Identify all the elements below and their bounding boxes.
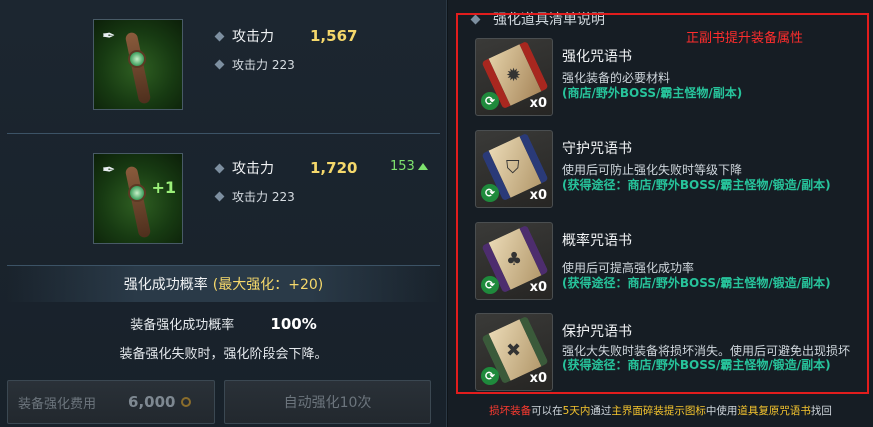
attack-gain: 153 bbox=[390, 159, 428, 174]
stat-value: 1,567 bbox=[310, 27, 358, 45]
feather-icon: ✒ bbox=[102, 160, 116, 179]
up-arrow-icon bbox=[417, 163, 428, 170]
scroll-source: (获得途径：商店/野外BOSS/霸主怪物/锻造/副本) bbox=[562, 276, 831, 290]
shield-emblem-icon: ⛉ bbox=[506, 157, 520, 178]
star-emblem-icon: ✹ bbox=[506, 65, 522, 86]
hint-text: 中使用 bbox=[705, 405, 738, 417]
probability-scroll-icon[interactable]: ♣ ⟳ x0 bbox=[475, 222, 553, 300]
sub-stat-label: 攻击力 223 bbox=[232, 58, 295, 72]
quantity: x0 bbox=[529, 280, 547, 295]
quantity: x0 bbox=[529, 371, 547, 386]
scroll-item-guard[interactable]: ⛉ ⟳ x0 守护咒语书 使用后可防止强化失败时等级下降 (获得途径：商店/野外… bbox=[475, 130, 855, 208]
clover-emblem-icon: ♣ bbox=[506, 249, 523, 270]
bullet-diamond-icon bbox=[214, 59, 225, 70]
current-sub-attack-row: 攻击力 223 bbox=[214, 56, 295, 73]
stat-label: 攻击力 bbox=[232, 29, 274, 45]
enhance-cost-button[interactable]: 装备强化费用 6,000 bbox=[7, 380, 215, 424]
refresh-icon: ⟳ bbox=[481, 184, 499, 202]
quantity: x0 bbox=[529, 96, 547, 111]
enhance-scroll-icon[interactable]: ✹ ⟳ x0 bbox=[475, 38, 553, 116]
max-enhance-label: (最大强化：+20) bbox=[212, 277, 324, 293]
scroll-item-probability[interactable]: ♣ ⟳ x0 概率咒语书 使用后可提高强化成功率 (获得途径：商店/野外BOSS… bbox=[475, 222, 855, 300]
cost-label: 装备强化费用 bbox=[18, 396, 97, 412]
refresh-icon: ⟳ bbox=[481, 92, 499, 110]
hint-text: 找回 bbox=[810, 405, 832, 417]
hint-text: 可以在 bbox=[531, 405, 563, 417]
current-attack-row: 攻击力 1,567 bbox=[214, 26, 380, 46]
scroll-name: 强化咒语书 bbox=[562, 49, 632, 65]
refresh-icon: ⟳ bbox=[481, 367, 499, 385]
scroll-item-protect[interactable]: ✖ ⟳ x0 保护咒语书 强化大失败时装备将损坏消失。使用后可避免出现损坏 (获… bbox=[475, 313, 855, 391]
next-sub-attack-row: 攻击力 223 bbox=[214, 188, 295, 205]
scroll-source: (获得途径：商店/野外BOSS/霸主怪物/锻造/副本) bbox=[562, 358, 831, 372]
next-item-icon[interactable]: ✒ +1 bbox=[93, 153, 183, 244]
cost-value: 6,000 bbox=[128, 393, 176, 411]
staff-weapon-icon bbox=[124, 31, 152, 105]
scroll-name: 概率咒语书 bbox=[562, 233, 632, 249]
rate-title: 强化成功概率 bbox=[123, 277, 208, 293]
scroll-source: (商店/野外BOSS/霸主怪物/副本) bbox=[562, 86, 743, 100]
current-item-icon[interactable]: ✒ bbox=[93, 19, 183, 110]
quantity: x0 bbox=[529, 188, 547, 203]
success-rate-banner: 强化成功概率 (最大强化：+20) bbox=[7, 266, 440, 302]
orb-icon bbox=[128, 50, 146, 68]
main-ui-icon-text: 主界面碎装提示图标 bbox=[611, 405, 706, 417]
stat-label: 攻击力 bbox=[232, 161, 274, 177]
days-text: 5天内 bbox=[562, 405, 591, 417]
success-rate-line: 装备强化成功概率 100% bbox=[0, 314, 447, 333]
scroll-item-enhance[interactable]: ✹ ⟳ x0 强化咒语书 强化装备的必要材料 (商店/野外BOSS/霸主怪物/副… bbox=[475, 38, 855, 116]
success-rate-value: 100% bbox=[270, 315, 317, 333]
scroll-name: 保护咒语书 bbox=[562, 324, 632, 340]
sub-stat-label: 攻击力 223 bbox=[232, 190, 295, 204]
next-attack-row: 攻击力 1,720 bbox=[214, 158, 380, 178]
stat-value: 1,720 bbox=[310, 159, 358, 177]
auto-enhance-button[interactable]: 自动强化10次 bbox=[224, 380, 431, 424]
scroll-source: (获得途径：商店/野外BOSS/霸主怪物/锻造/副本) bbox=[562, 178, 831, 192]
enhance-panel: ✒ 攻击力 1,567 攻击力 223 ✒ +1 攻击力 1,720 153 攻… bbox=[0, 0, 447, 427]
hint-text: 通过 bbox=[590, 405, 612, 417]
scroll-name: 守护咒语书 bbox=[562, 141, 632, 157]
staff-weapon-icon bbox=[124, 165, 152, 239]
bullet-diamond-icon bbox=[214, 31, 225, 41]
plus-level-badge: +1 bbox=[151, 178, 176, 197]
feather-icon: ✒ bbox=[102, 26, 116, 45]
refresh-icon: ⟳ bbox=[481, 276, 499, 294]
restore-hint: 损坏装备可以在5天内通过主界面碎装提示图标中使用道具复原咒语书找回 bbox=[448, 403, 873, 418]
fail-note: 装备强化失败时，强化阶段会下降。 bbox=[119, 347, 328, 362]
coin-icon bbox=[181, 397, 192, 407]
damaged-equip-text: 损坏装备 bbox=[489, 405, 532, 417]
success-rate-label: 装备强化成功概率 bbox=[130, 318, 235, 333]
bullet-diamond-icon bbox=[214, 191, 225, 202]
restore-scroll-text: 道具复原咒语书 bbox=[737, 405, 811, 417]
gain-value: 153 bbox=[390, 159, 415, 174]
bullet-diamond-icon bbox=[214, 163, 225, 173]
cross-emblem-icon: ✖ bbox=[506, 340, 522, 361]
protect-scroll-icon[interactable]: ✖ ⟳ x0 bbox=[475, 313, 553, 391]
section-divider bbox=[7, 133, 440, 134]
orb-icon bbox=[128, 184, 146, 202]
guard-scroll-icon[interactable]: ⛉ ⟳ x0 bbox=[475, 130, 553, 208]
